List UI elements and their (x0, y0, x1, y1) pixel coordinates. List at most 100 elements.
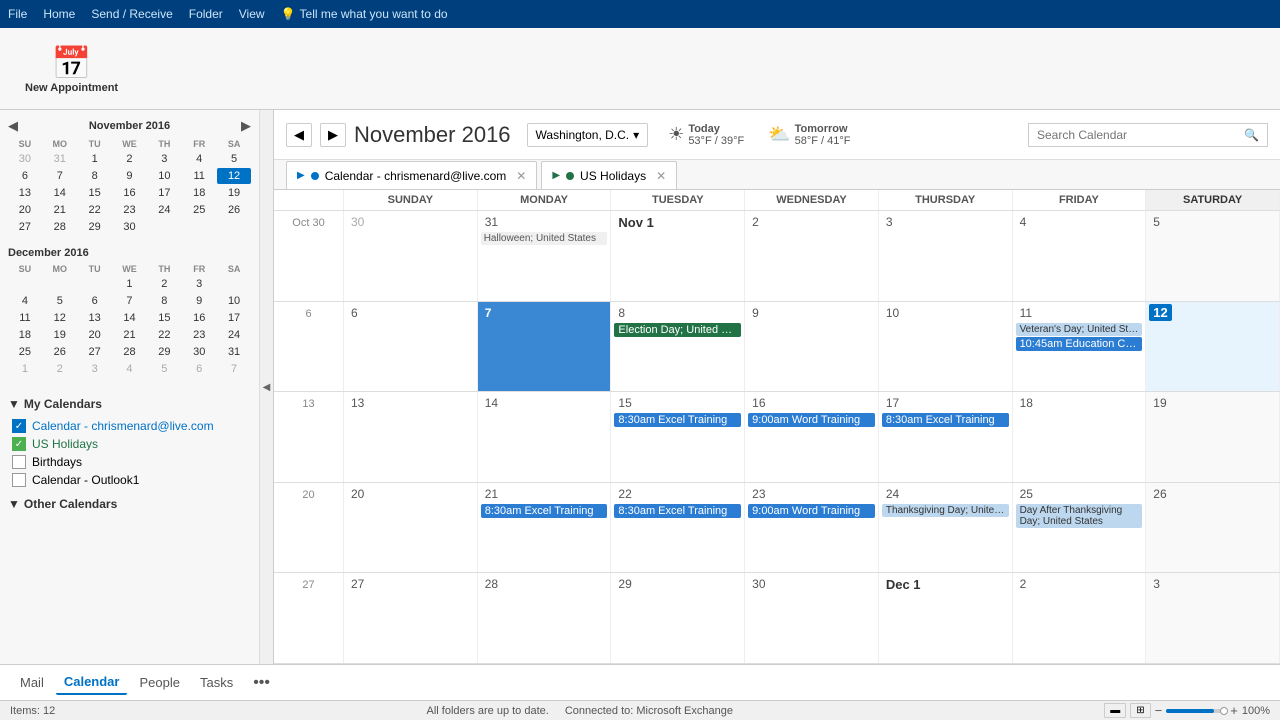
tab-calendar-chrismenard[interactable]: ▶ Calendar - chrismenard@live.com ✕ (286, 161, 537, 189)
send-receive-menu[interactable]: Send / Receive (91, 7, 172, 21)
tab-us-holidays[interactable]: ▶ US Holidays ✕ (541, 161, 677, 189)
mini-day[interactable]: 3 (147, 151, 181, 167)
day-21[interactable]: 21 8:30am Excel Training (478, 483, 612, 573)
mini-day[interactable]: 21 (43, 202, 77, 218)
view-button-2[interactable]: ⊞ (1130, 703, 1150, 718)
mini-cal-prev-button[interactable]: ◀ (8, 118, 18, 134)
calendar-outlook1-item[interactable]: Calendar - Outlook1 (8, 471, 251, 489)
day-13[interactable]: 13 (344, 392, 478, 482)
search-icon[interactable]: 🔍 (1244, 128, 1259, 142)
mini-day[interactable]: 15 (78, 185, 112, 201)
mini-day[interactable]: 30 (8, 151, 42, 167)
day-nov1[interactable]: Nov 1 (611, 211, 745, 301)
day-17[interactable]: 17 8:30am Excel Training (879, 392, 1013, 482)
mini-day[interactable]: 7 (43, 168, 77, 184)
zoom-plus[interactable]: + (1230, 703, 1238, 718)
nav-next-button[interactable]: ▶ (320, 123, 346, 147)
day-25[interactable]: 25 Day After Thanksgiving Day; United St… (1013, 483, 1147, 573)
calendar-chrismenard-checkbox[interactable] (12, 419, 26, 433)
election-day-event[interactable]: Election Day; United States (614, 323, 741, 337)
nav-prev-button[interactable]: ◀ (286, 123, 312, 147)
file-menu[interactable]: File (8, 7, 27, 21)
birthdays-item[interactable]: Birthdays (8, 453, 251, 471)
search-input[interactable] (1037, 128, 1240, 142)
day-oct31[interactable]: 31 Halloween; United States (478, 211, 612, 301)
day-oct30[interactable]: 30 (344, 211, 478, 301)
mini-day[interactable]: 16 (113, 185, 147, 201)
mini-day[interactable]: 9 (113, 168, 147, 184)
mini-day[interactable]: 10 (147, 168, 181, 184)
day-16[interactable]: 16 9:00am Word Training (745, 392, 879, 482)
mini-day[interactable]: 23 (113, 202, 147, 218)
us-holidays-item[interactable]: US Holidays (8, 435, 251, 453)
nav-more-button[interactable]: ••• (245, 670, 278, 696)
nav-calendar[interactable]: Calendar (56, 670, 128, 695)
mini-day[interactable]: 20 (8, 202, 42, 218)
day-18[interactable]: 18 (1013, 392, 1147, 482)
day-dec2[interactable]: 2 (1013, 573, 1147, 663)
nav-tasks[interactable]: Tasks (192, 671, 241, 694)
day-26[interactable]: 26 (1146, 483, 1280, 573)
day-nov5[interactable]: 5 (1146, 211, 1280, 301)
nav-mail[interactable]: Mail (12, 671, 52, 694)
mini-day[interactable]: 2 (113, 151, 147, 167)
day-14[interactable]: 14 (478, 392, 612, 482)
mini-day[interactable]: 31 (43, 151, 77, 167)
mini-day[interactable]: 14 (43, 185, 77, 201)
day-22[interactable]: 22 8:30am Excel Training (611, 483, 745, 573)
mini-day[interactable]: 26 (217, 202, 251, 218)
mini-cal-next-button[interactable]: ▶ (241, 118, 251, 134)
view-button-1[interactable]: ▬ (1104, 703, 1126, 718)
day-15[interactable]: 15 8:30am Excel Training (611, 392, 745, 482)
day-dec3[interactable]: 3 (1146, 573, 1280, 663)
mini-day[interactable]: 19 (217, 185, 251, 201)
mini-day[interactable]: 24 (147, 202, 181, 218)
zoom-minus[interactable]: − (1155, 703, 1163, 718)
day-dec1[interactable]: Dec 1 (879, 573, 1013, 663)
day-after-thanksgiving-event[interactable]: Day After Thanksgiving Day; United State… (1016, 504, 1143, 528)
day-nov3[interactable]: 3 (879, 211, 1013, 301)
word-training-16-event[interactable]: 9:00am Word Training (748, 413, 875, 427)
day-nov4[interactable]: 4 (1013, 211, 1147, 301)
excel-training-22-event[interactable]: 8:30am Excel Training (614, 504, 741, 518)
mini-day[interactable]: 4 (182, 151, 216, 167)
mini-day[interactable]: 5 (217, 151, 251, 167)
day-11[interactable]: 11 Veteran's Day; United States 10:45am … (1013, 302, 1147, 392)
day-8[interactable]: 8 Election Day; United States (611, 302, 745, 392)
mini-day[interactable]: 11 (182, 168, 216, 184)
birthdays-checkbox[interactable] (12, 455, 26, 469)
sidebar-collapse-button[interactable]: ◀ (260, 110, 274, 664)
day-9[interactable]: 9 (745, 302, 879, 392)
mini-day[interactable]: 17 (147, 185, 181, 201)
mini-day[interactable]: 6 (8, 168, 42, 184)
thanksgiving-event[interactable]: Thanksgiving Day; United States (882, 504, 1009, 517)
mini-day-today[interactable]: 12 (217, 168, 251, 184)
my-calendars-header[interactable]: ▼ My Calendars (8, 397, 251, 411)
mini-day[interactable]: 8 (78, 168, 112, 184)
mini-day[interactable]: 25 (182, 202, 216, 218)
home-menu[interactable]: Home (43, 7, 75, 21)
folder-menu[interactable]: Folder (189, 7, 223, 21)
mini-day[interactable]: 22 (78, 202, 112, 218)
day-19[interactable]: 19 (1146, 392, 1280, 482)
day-10[interactable]: 10 (879, 302, 1013, 392)
day-12[interactable]: 12 (1146, 302, 1280, 392)
day-23[interactable]: 23 9:00am Word Training (745, 483, 879, 573)
veterans-day-event[interactable]: Veteran's Day; United States (1016, 323, 1143, 336)
day-20[interactable]: 20 (344, 483, 478, 573)
halloween-event[interactable]: Halloween; United States (481, 232, 608, 245)
tab2-close-button[interactable]: ✕ (656, 169, 666, 183)
calendar-chrismenard-item[interactable]: Calendar - chrismenard@live.com (8, 417, 251, 435)
education-coordinators-event[interactable]: 10:45am Education Coordinators Presen... (1016, 337, 1143, 351)
location-button[interactable]: Washington, D.C. ▾ (527, 123, 649, 147)
word-training-23-event[interactable]: 9:00am Word Training (748, 504, 875, 518)
us-holidays-checkbox[interactable] (12, 437, 26, 451)
day-24[interactable]: 24 Thanksgiving Day; United States (879, 483, 1013, 573)
excel-training-17-event[interactable]: 8:30am Excel Training (882, 413, 1009, 427)
mini-day[interactable]: 18 (182, 185, 216, 201)
day-6[interactable]: 6 (344, 302, 478, 392)
mini-day[interactable]: 29 (78, 219, 112, 235)
excel-training-15-event[interactable]: 8:30am Excel Training (614, 413, 741, 427)
calendar-outlook1-checkbox[interactable] (12, 473, 26, 487)
mini-day[interactable]: 1 (78, 151, 112, 167)
